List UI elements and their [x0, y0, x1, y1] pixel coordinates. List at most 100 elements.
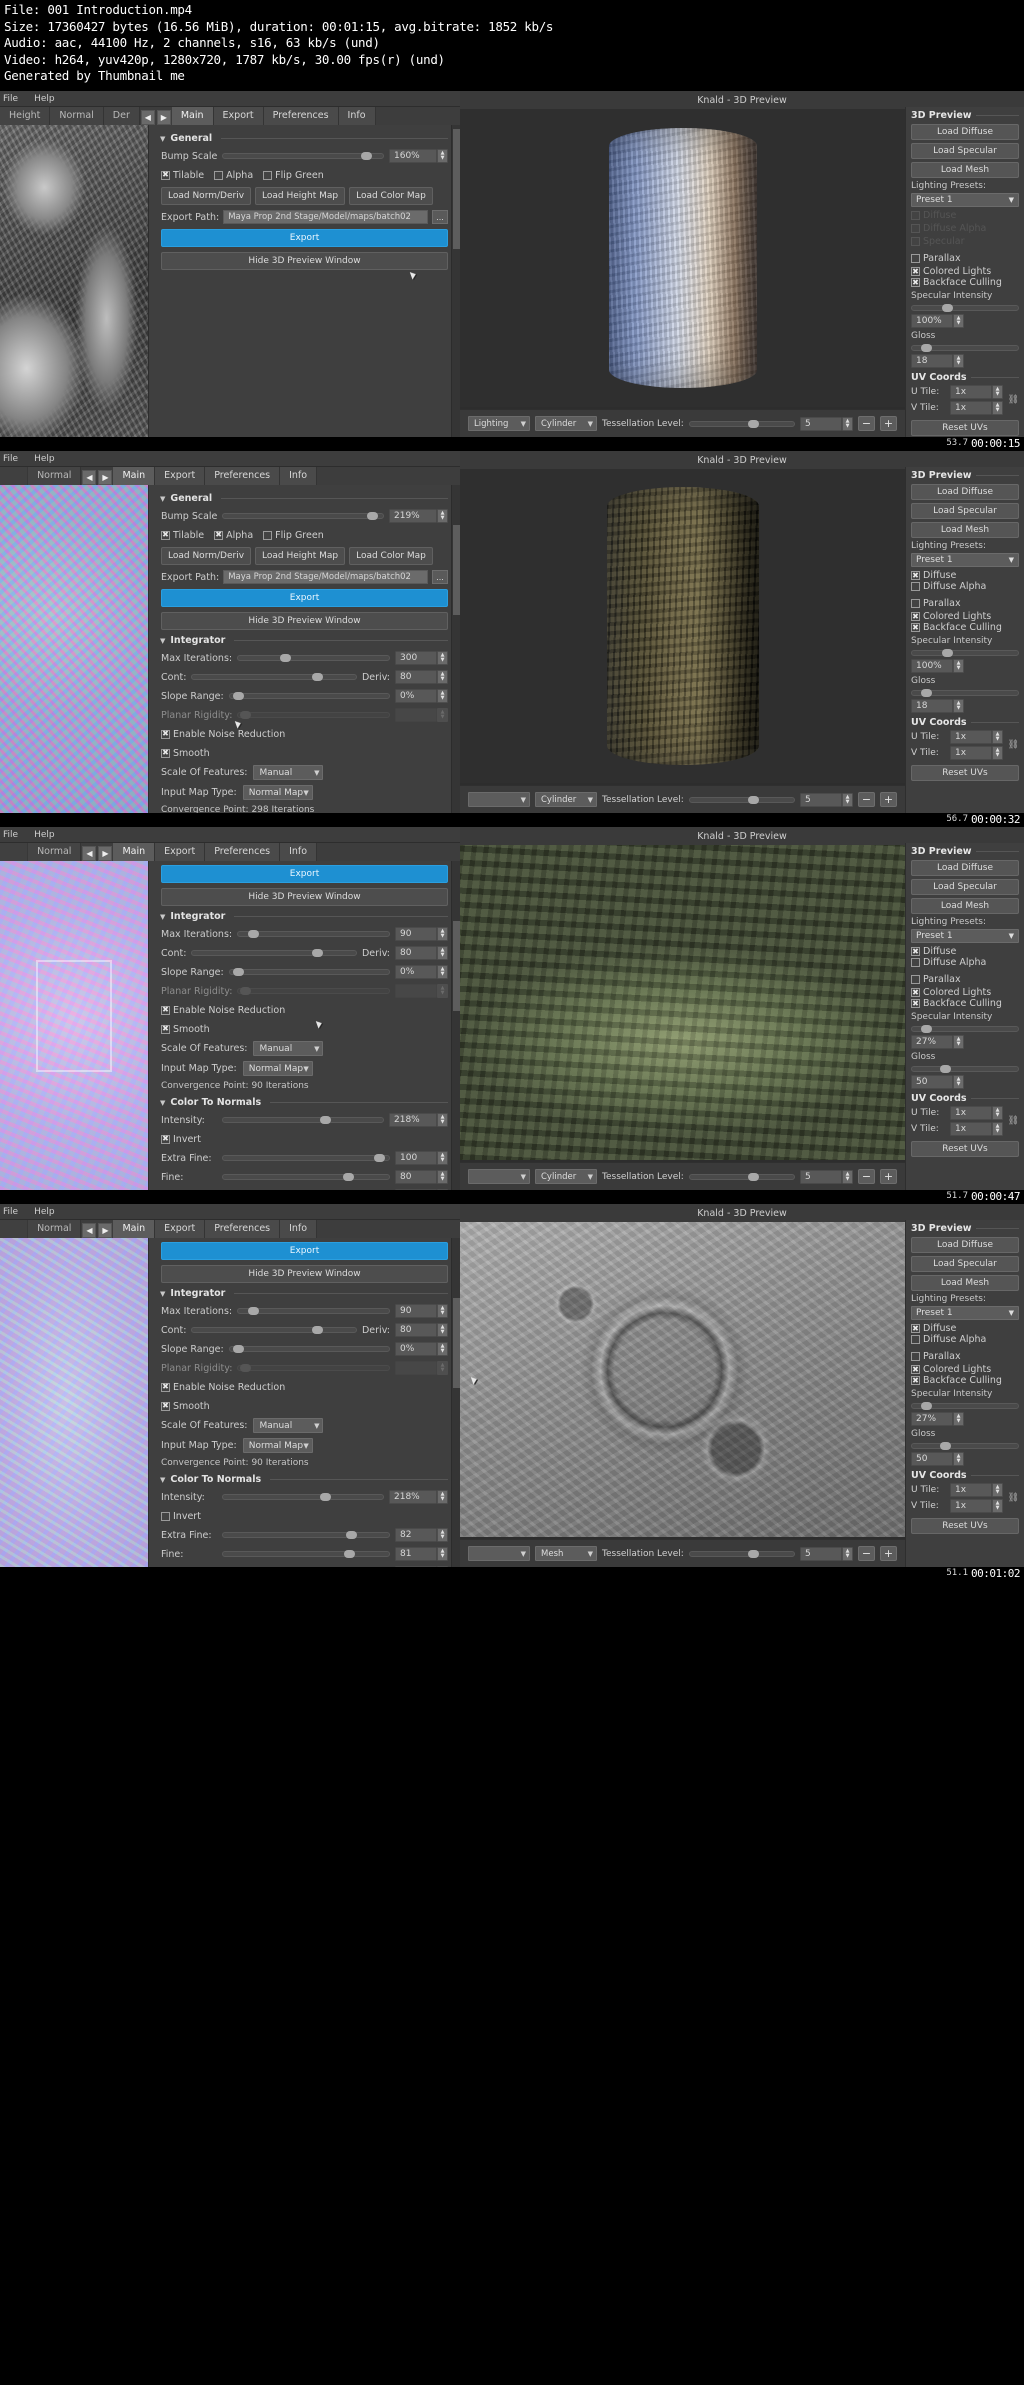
slope-range-slider-knob[interactable]: [233, 968, 245, 976]
mesh-shape-select[interactable]: Cylinder ▼: [535, 416, 597, 431]
hide-3d-preview-button[interactable]: Hide 3D Preview Window: [161, 252, 448, 270]
properties-scrollbar-thumb[interactable]: [453, 1298, 460, 1388]
specular-intensity-value-spinner[interactable]: ▲ ▼: [953, 659, 964, 673]
load-mesh-button[interactable]: Load Mesh: [911, 522, 1019, 538]
specular-intensity-value-spinner[interactable]: ▲ ▼: [953, 314, 964, 328]
u-tile-value-spinner[interactable]: ▲ ▼: [992, 1106, 1003, 1120]
map-tab-normal[interactable]: Normal: [50, 107, 104, 125]
checkbox-parallax[interactable]: Parallax: [911, 974, 961, 985]
tessellation-increase-button[interactable]: +: [880, 1169, 897, 1184]
intensity-value[interactable]: 218%: [389, 1113, 437, 1127]
specular-intensity-slider-knob[interactable]: [942, 648, 954, 657]
input-map-type-select[interactable]: Normal Map ▼: [242, 785, 313, 800]
slope-range-value[interactable]: 0%: [395, 965, 437, 979]
tessellation-increase-button[interactable]: +: [880, 416, 897, 431]
viewport-canvas[interactable]: [460, 845, 905, 1160]
tessellation-decrease-button[interactable]: −: [858, 1169, 875, 1184]
map-tab-normal[interactable]: Normal: [28, 843, 82, 861]
u-tile-value-spinner[interactable]: ▲ ▼: [992, 730, 1003, 744]
scale-of-features-select[interactable]: Manual ▼: [253, 1041, 324, 1056]
export-path-input[interactable]: Maya Prop 2nd Stage/Model/maps/batch02: [223, 210, 428, 224]
checkbox-flip-green[interactable]: Flip Green: [263, 530, 324, 541]
fine-slider[interactable]: [222, 1173, 390, 1181]
checkbox-invert[interactable]: Invert: [161, 1511, 201, 1522]
gloss-value-spinner[interactable]: ▲ ▼: [953, 354, 964, 368]
load-mesh-button[interactable]: Load Mesh: [911, 162, 1019, 178]
tessellation-decrease-button[interactable]: −: [858, 1546, 875, 1561]
mesh-shape-select[interactable]: Cylinder ▼: [535, 1169, 597, 1184]
lighting-preset-select[interactable]: Preset 1 ▼: [911, 553, 1019, 567]
intensity-value-spinner[interactable]: ▲ ▼: [437, 1490, 448, 1504]
map-tab-hidden[interactable]: [0, 467, 29, 485]
tessellation-slider[interactable]: [688, 419, 795, 428]
slope-range-value-spinner[interactable]: ▲ ▼: [437, 1342, 448, 1356]
u-tile-value[interactable]: 1x: [950, 385, 992, 399]
menu-file[interactable]: File: [3, 454, 18, 464]
specular-intensity-value[interactable]: 100%: [911, 314, 953, 328]
u-tile-value-spinner[interactable]: ▲ ▼: [992, 1483, 1003, 1497]
load-specular-button[interactable]: Load Specular: [911, 503, 1019, 519]
map-thumbnail[interactable]: [0, 861, 148, 1190]
checkbox-colored-lights[interactable]: ✖ Colored Lights: [911, 266, 991, 277]
max-iterations-value[interactable]: 90: [395, 1304, 437, 1318]
extra-fine-slider-knob[interactable]: [346, 1531, 358, 1539]
integrator-section-header[interactable]: ▼ Integrator: [160, 1288, 448, 1299]
tab-export[interactable]: Export: [155, 843, 206, 861]
v-tile-value-spinner[interactable]: ▲ ▼: [992, 746, 1003, 760]
v-tile-value[interactable]: 1x: [950, 746, 992, 760]
map-tab-hidden[interactable]: [0, 1220, 29, 1238]
load-norm-deriv-button[interactable]: Load Norm/Deriv: [161, 547, 252, 565]
tab-info[interactable]: Info: [338, 107, 376, 125]
cont-slider[interactable]: [191, 949, 357, 957]
max-iterations-slider-knob[interactable]: [248, 1307, 260, 1315]
checkbox-diffuse[interactable]: ✖ Diffuse: [911, 946, 956, 957]
load-color-map-button[interactable]: Load Color Map: [349, 547, 433, 565]
map-tab-height[interactable]: Height: [0, 107, 51, 125]
slope-range-slider-knob[interactable]: [233, 692, 245, 700]
extra-fine-value-spinner[interactable]: ▲ ▼: [437, 1151, 448, 1165]
checkbox-parallax[interactable]: Parallax: [911, 598, 961, 609]
mesh-stone-slab[interactable]: [460, 845, 905, 1160]
tessellation-slider-knob[interactable]: [747, 1549, 759, 1558]
load-norm-deriv-button[interactable]: Load Norm/Deriv: [161, 187, 252, 205]
viewport-canvas[interactable]: [460, 469, 905, 783]
intensity-slider[interactable]: [222, 1493, 384, 1501]
tab-main[interactable]: Main: [113, 467, 156, 485]
v-tile-value-spinner[interactable]: ▲ ▼: [992, 401, 1003, 415]
checkbox-diffuse-alpha[interactable]: Diffuse Alpha: [911, 957, 986, 968]
gloss-slider[interactable]: [911, 343, 1019, 352]
max-iterations-value[interactable]: 300: [395, 651, 437, 665]
reset-uvs-button[interactable]: Reset UVs: [911, 1518, 1019, 1534]
hide-3d-preview-button[interactable]: Hide 3D Preview Window: [161, 612, 448, 630]
checkbox-parallax[interactable]: Parallax: [911, 253, 961, 264]
next-tab-icon[interactable]: ▶: [98, 1223, 113, 1238]
max-iterations-value-spinner[interactable]: ▲ ▼: [437, 1304, 448, 1318]
max-iterations-value[interactable]: 90: [395, 927, 437, 941]
load-specular-button[interactable]: Load Specular: [911, 879, 1019, 895]
reset-uvs-button[interactable]: Reset UVs: [911, 420, 1019, 436]
tessellation-slider-knob[interactable]: [747, 795, 759, 804]
export-button[interactable]: Export: [161, 1242, 448, 1260]
deriv-value-spinner[interactable]: ▲ ▼: [437, 670, 448, 684]
tessellation-slider[interactable]: [688, 795, 795, 804]
prev-tab-icon[interactable]: ◀: [82, 470, 97, 485]
general-section-header[interactable]: ▼ General: [160, 133, 448, 144]
intensity-slider-knob[interactable]: [320, 1116, 332, 1124]
gloss-value-spinner[interactable]: ▲ ▼: [953, 699, 964, 713]
lighting-preset-select[interactable]: Preset 1 ▼: [911, 193, 1019, 207]
bump-scale-value-spinner[interactable]: ▲ ▼: [437, 149, 448, 163]
checkbox-colored-lights[interactable]: ✖ Colored Lights: [911, 611, 991, 622]
cont-slider-knob[interactable]: [311, 673, 323, 681]
extra-fine-value[interactable]: 82: [395, 1528, 437, 1542]
tessellation-level-value[interactable]: 5: [800, 1546, 842, 1561]
load-mesh-button[interactable]: Load Mesh: [911, 1275, 1019, 1291]
load-diffuse-button[interactable]: Load Diffuse: [911, 860, 1019, 876]
cont-slider[interactable]: [191, 1326, 357, 1334]
gloss-value-spinner[interactable]: ▲ ▼: [953, 1075, 964, 1089]
gloss-slider-knob[interactable]: [920, 688, 932, 697]
tessellation-slider[interactable]: [688, 1549, 795, 1558]
max-iterations-value-spinner[interactable]: ▲ ▼: [437, 651, 448, 665]
max-iterations-slider[interactable]: [237, 930, 390, 938]
specular-intensity-slider[interactable]: [911, 303, 1019, 312]
slope-range-slider[interactable]: [228, 692, 390, 700]
